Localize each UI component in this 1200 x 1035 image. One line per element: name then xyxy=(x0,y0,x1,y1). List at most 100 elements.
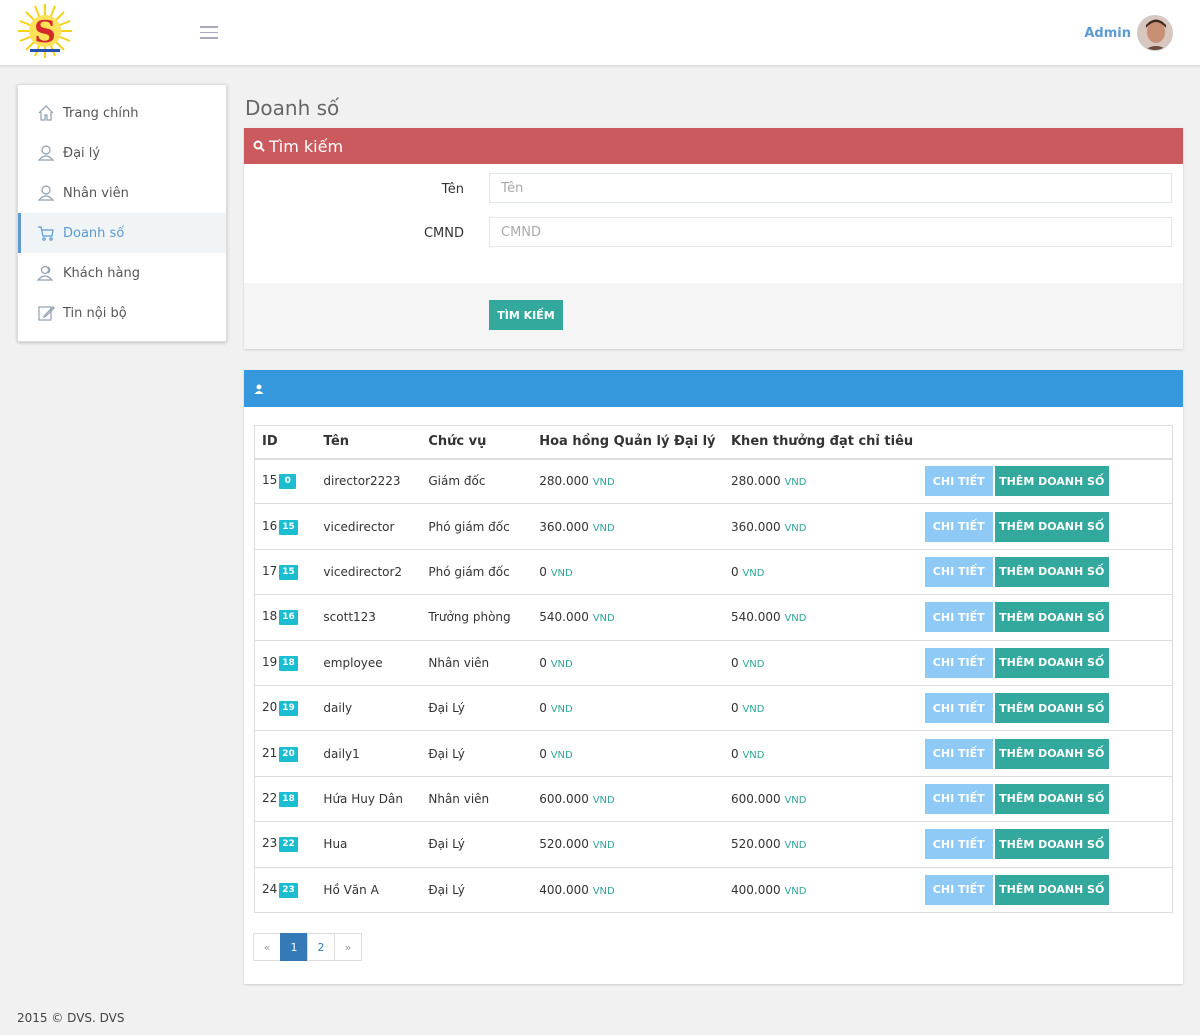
detail-button[interactable]: CHI TIẾT xyxy=(924,511,993,542)
search-panel: Tìm kiếm Tên CMND TÌM KIẾM xyxy=(244,128,1183,349)
detail-button[interactable]: CHI TIẾT xyxy=(924,738,993,769)
sidebar-item-khach-hang[interactable]: Khách hàng xyxy=(18,253,226,293)
detail-button[interactable]: CHI TIẾT xyxy=(924,647,993,678)
detail-button[interactable]: CHI TIẾT xyxy=(924,829,993,860)
name-input[interactable] xyxy=(489,173,1172,203)
cell-commission: 0 VND xyxy=(532,684,724,731)
bonus-value: 600.000 xyxy=(730,791,781,806)
search-button[interactable]: TÌM KIẾM xyxy=(489,300,563,330)
menu-toggle-icon[interactable] xyxy=(200,26,218,40)
commission-value: 0 xyxy=(539,746,547,761)
table-row: 15 0 director2223 Giám đốc 280.000 VND 280.00… xyxy=(254,457,1173,504)
add-sales-button[interactable]: THÊM DOANH SỐ xyxy=(994,693,1109,724)
add-sales-button[interactable]: THÊM DOANH SỐ xyxy=(994,466,1109,497)
search-icon xyxy=(253,140,265,152)
add-sales-button[interactable]: THÊM DOANH SỐ xyxy=(994,738,1109,769)
list-panel: ID Tên Chức vụ Hoa hồng Quản lý Đại lý K… xyxy=(244,370,1183,984)
commission-value: 280.000 xyxy=(539,474,589,489)
cell-bonus: 280.000 VND xyxy=(723,457,922,504)
table-row: 20 19 daily Đại Lý 0 VND 0 VND CHI TIẾT THÊM DO… xyxy=(254,684,1173,731)
sidebar-item-nhan-vien[interactable]: Nhân viên xyxy=(18,173,226,213)
pagination-prev[interactable]: « xyxy=(253,933,281,961)
add-sales-button[interactable]: THÊM DOANH SỐ xyxy=(994,829,1109,860)
id-input[interactable] xyxy=(489,217,1172,247)
sidebar-item-tin-noi-bo[interactable]: Tin nội bộ xyxy=(18,293,226,333)
pagination-next[interactable]: » xyxy=(334,933,362,961)
avatar[interactable] xyxy=(1137,15,1173,51)
table-row: 21 20 daily1 Đại Lý 0 VND 0 VND CHI TIẾT THÊM D… xyxy=(254,730,1173,777)
cell-actions: CHI TIẾT THÊM DOANH SỐ xyxy=(921,730,1173,777)
detail-button[interactable]: CHI TIẾT xyxy=(924,602,993,633)
commission-value: 400.000 xyxy=(539,882,589,897)
column-header-bonus: Khen thưởng đạt chỉ tiêu xyxy=(723,425,922,460)
bonus-value: 0 xyxy=(730,701,739,716)
cell-commission: 280.000 VND xyxy=(532,457,724,504)
table-row: 18 16 scott123 Trưởng phòng 540.000 VND 540.0… xyxy=(254,594,1173,641)
cell-id: 22 18 xyxy=(254,775,317,822)
detail-button[interactable]: CHI TIẾT xyxy=(924,874,993,905)
currency-label: VND xyxy=(550,567,573,579)
sidebar-item-trang-chinh[interactable]: Trang chính xyxy=(18,93,226,133)
column-header-commission: Hoa hồng Quản lý Đại lý xyxy=(532,425,724,460)
bonus-value: 540.000 xyxy=(730,610,781,625)
admin-name[interactable]: Admin xyxy=(1084,26,1131,41)
cell-name: Hua xyxy=(316,821,422,868)
add-sales-button[interactable]: THÊM DOANH SỐ xyxy=(994,783,1109,814)
cart-icon xyxy=(37,224,55,242)
cell-bonus: 0 VND xyxy=(723,639,922,686)
top-bar: S Admin xyxy=(0,0,1200,66)
commission-value: 0 xyxy=(539,655,547,670)
detail-button[interactable]: CHI TIẾT xyxy=(924,556,993,587)
row-id: 16 xyxy=(262,518,278,533)
cell-position: Đại Lý xyxy=(421,730,533,777)
cell-actions: CHI TIẾT THÊM DOANH SỐ xyxy=(921,594,1173,641)
svg-text:S: S xyxy=(34,15,56,50)
cell-commission: 400.000 VND xyxy=(532,866,724,913)
commission-value: 600.000 xyxy=(539,791,589,806)
row-id: 19 xyxy=(262,654,278,669)
cell-commission: 520.000 VND xyxy=(532,821,724,868)
currency-label: VND xyxy=(592,794,615,806)
sidebar-item-dai-ly[interactable]: Đại lý xyxy=(18,133,226,173)
user-icon xyxy=(37,144,55,162)
cell-position: Nhân viên xyxy=(421,775,533,822)
parent-id-badge: 0 xyxy=(279,474,297,490)
add-sales-button[interactable]: THÊM DOANH SỐ xyxy=(994,874,1109,905)
detail-button[interactable]: CHI TIẾT xyxy=(924,693,993,724)
currency-label: VND xyxy=(592,840,615,852)
users-icon xyxy=(37,264,55,282)
bonus-value: 400.000 xyxy=(730,882,781,897)
row-id: 22 xyxy=(262,790,278,805)
bonus-value: 280.000 xyxy=(730,474,781,489)
cell-name: daily1 xyxy=(316,730,422,777)
pagination-page-1[interactable]: 1 xyxy=(280,933,308,961)
parent-id-badge: 16 xyxy=(279,610,298,626)
detail-button[interactable]: CHI TIẾT xyxy=(924,783,993,814)
pagination-page-2[interactable]: 2 xyxy=(307,933,335,961)
sidebar-item-doanh-so[interactable]: Doanh số xyxy=(18,213,226,253)
bonus-value: 0 xyxy=(730,746,739,761)
page-title: Doanh số xyxy=(245,96,340,120)
table-row: 24 23 Hồ Văn A Đại Lý 400.000 VND 400.000 VND… xyxy=(254,866,1173,913)
form-actions: TÌM KIẾM xyxy=(244,283,1183,349)
detail-button[interactable]: CHI TIẾT xyxy=(924,466,993,497)
add-sales-button[interactable]: THÊM DOANH SỐ xyxy=(994,602,1109,633)
bonus-value: 360.000 xyxy=(730,519,781,534)
add-sales-button[interactable]: THÊM DOANH SỐ xyxy=(994,647,1109,678)
cell-position: Đại Lý xyxy=(421,821,533,868)
currency-label: VND xyxy=(784,840,807,852)
row-id: 23 xyxy=(262,836,278,851)
column-header-name: Tên xyxy=(316,425,422,460)
bonus-value: 0 xyxy=(730,655,739,670)
currency-label: VND xyxy=(592,477,615,489)
row-id: 24 xyxy=(262,881,278,896)
add-sales-button[interactable]: THÊM DOANH SỐ xyxy=(994,556,1109,587)
sidebar-item-label: Nhân viên xyxy=(63,185,129,201)
add-sales-button[interactable]: THÊM DOANH SỐ xyxy=(994,511,1109,542)
cell-actions: CHI TIẾT THÊM DOANH SỐ xyxy=(921,639,1173,686)
currency-label: VND xyxy=(592,613,615,625)
parent-id-badge: 18 xyxy=(279,791,298,807)
sidebar-item-label: Đại lý xyxy=(63,145,101,161)
cell-name: Hứa Huy Dân xyxy=(316,775,422,822)
logo[interactable]: S xyxy=(16,2,74,60)
